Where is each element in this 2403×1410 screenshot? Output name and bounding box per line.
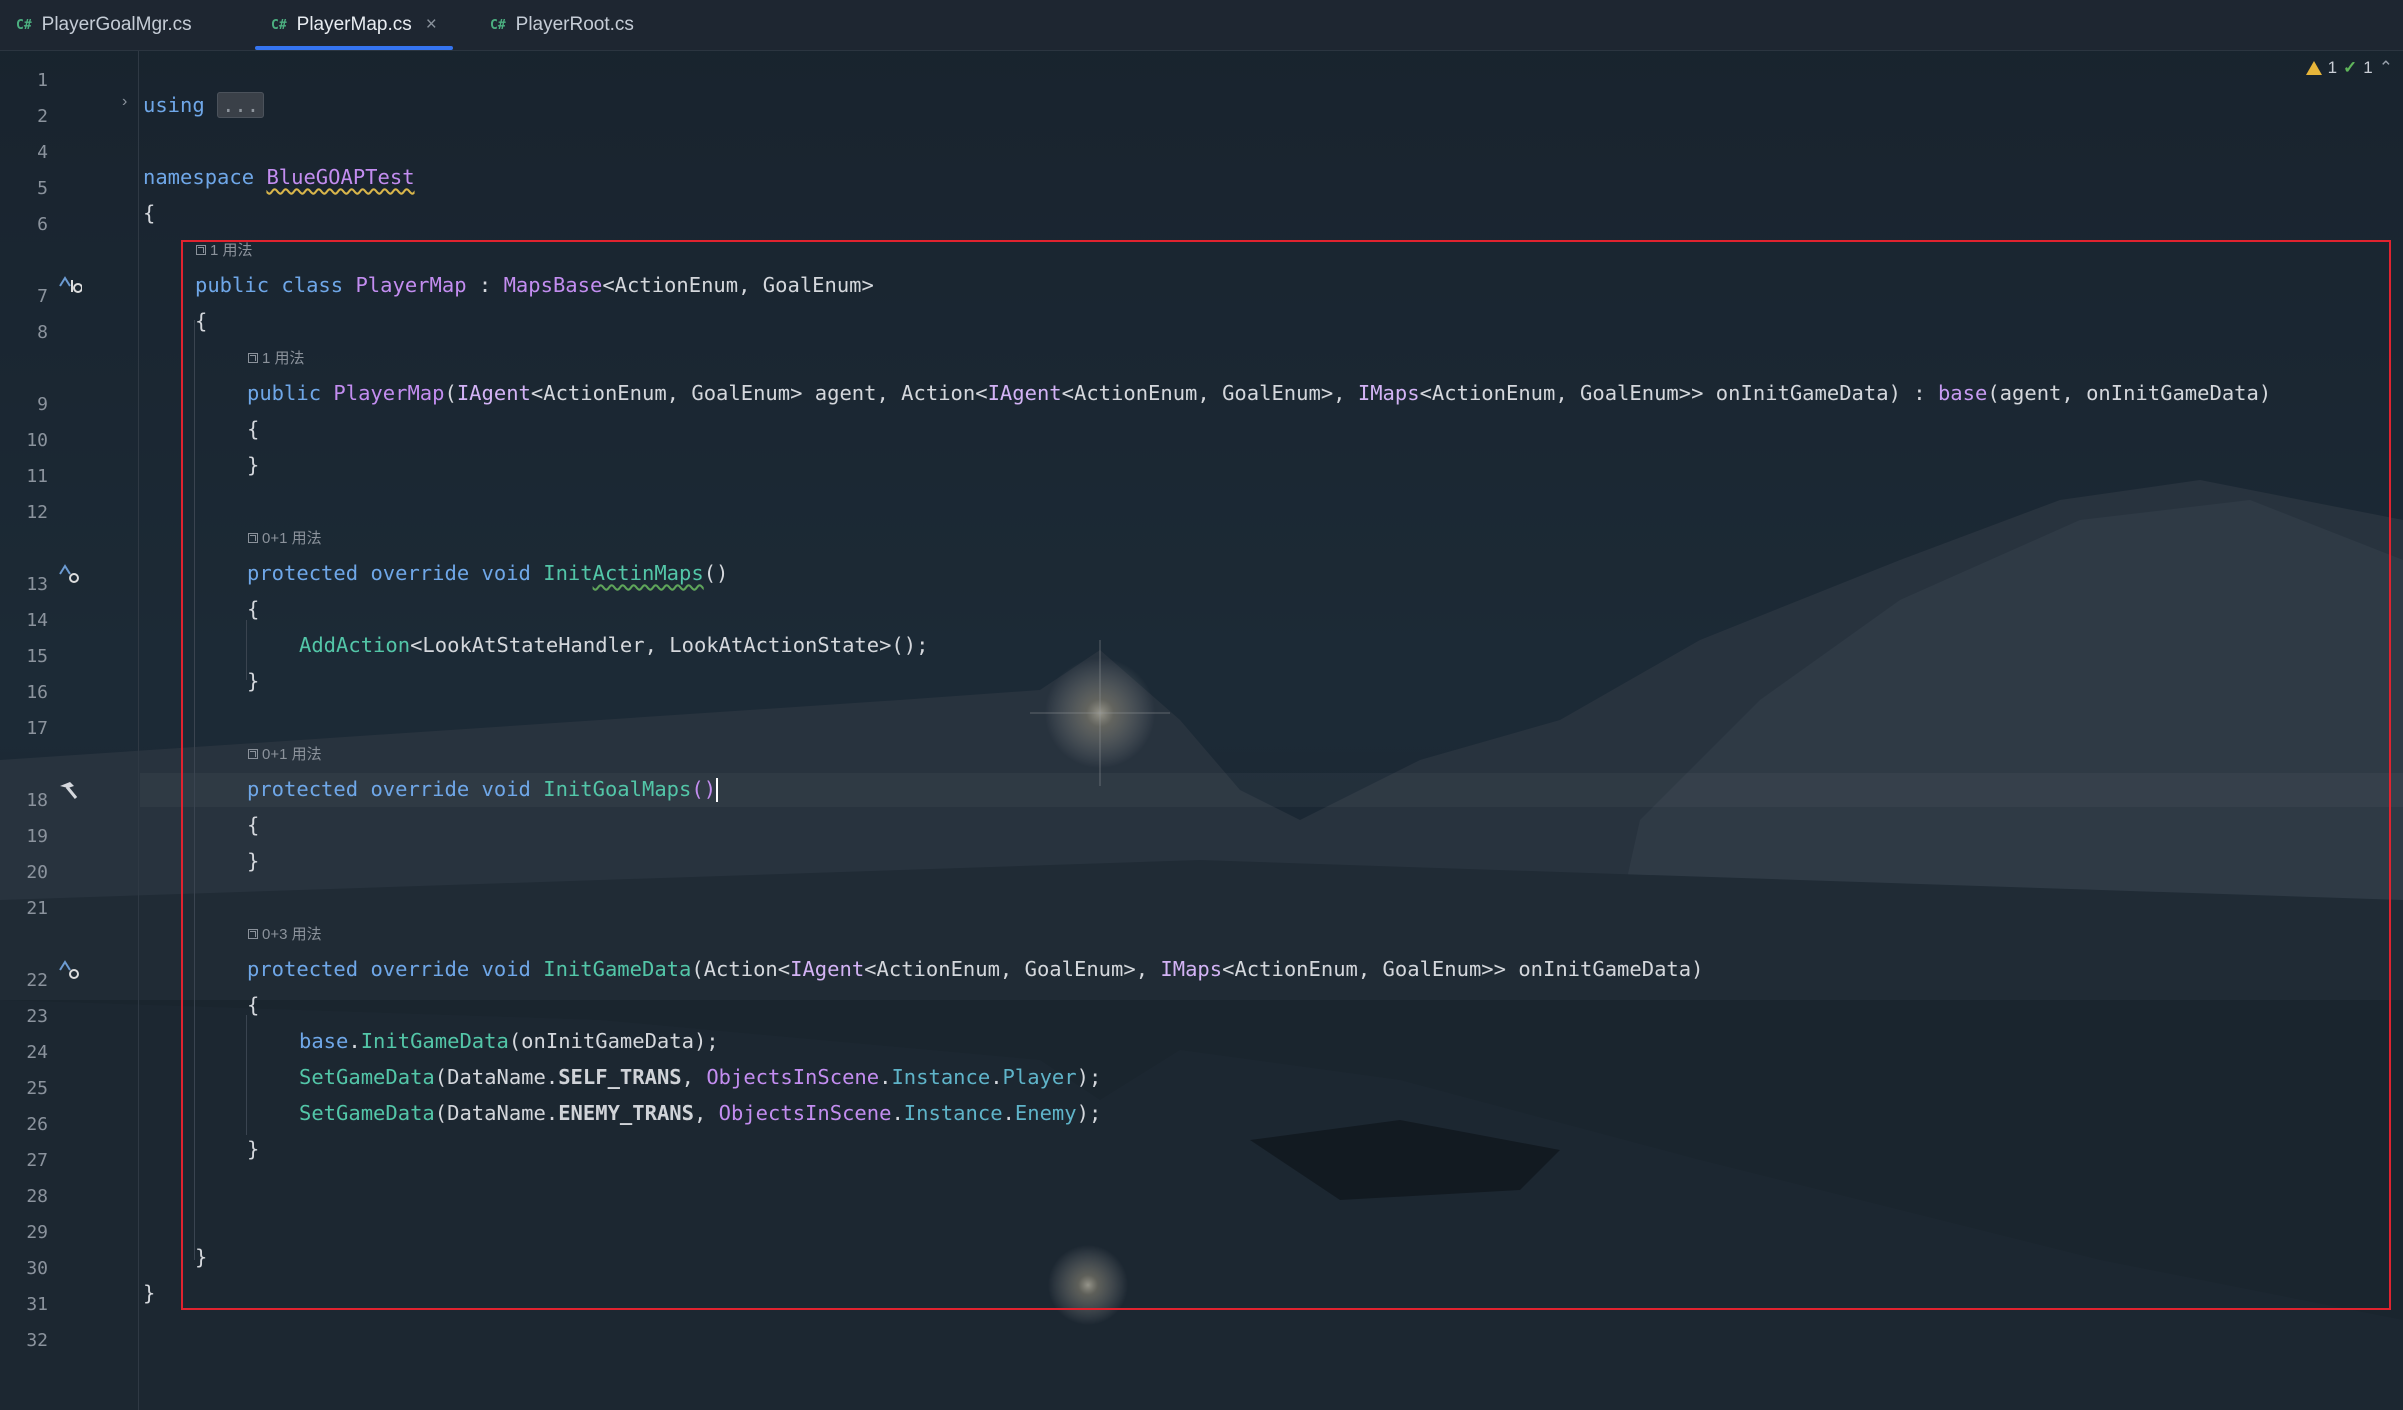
chevron-up-icon[interactable]: ⌃ [2379,58,2393,78]
usage-icon [248,532,258,543]
code-line-14: { [247,597,260,621]
usage-icon [248,352,258,363]
warning-count: 1 [2327,58,2338,77]
usage-hint[interactable]: 1 用法 [248,347,305,368]
text-caret [716,778,719,802]
line-number: 11 [26,466,48,487]
code-line-23: { [247,993,260,1017]
csharp-file-icon: C# [271,17,287,33]
code-line-13: protected override void InitActinMaps() [247,561,729,585]
line-number: 27 [26,1150,48,1171]
code-line-6: { [143,201,156,225]
line-number: 6 [37,214,48,235]
indent-guide [194,320,195,1260]
code-line-5: namespace BlueGOAPTest [143,165,415,189]
line-number: 9 [37,394,48,415]
usage-icon [248,928,258,939]
close-icon[interactable]: × [426,14,437,36]
code-line-9: public PlayerMap(IAgent<ActionEnum, Goal… [247,381,2272,405]
line-number: 7 [37,286,48,307]
code-line-11: } [247,453,260,477]
tab-playermap[interactable]: C# PlayerMap.cs × [255,0,453,50]
line-number: 23 [26,1006,48,1027]
hammer-icon[interactable] [56,778,82,807]
usage-icon [196,244,206,255]
tab-label: PlayerMap.cs [296,14,412,35]
code-line-30: } [195,1245,208,1269]
line-number: 1 [37,70,48,91]
line-number: 8 [37,322,48,343]
tab-label: PlayerRoot.cs [515,14,634,35]
tab-label: PlayerGoalMgr.cs [41,14,192,35]
line-number: 13 [26,574,48,595]
line-number: 14 [26,610,48,631]
line-number: 19 [26,826,48,847]
line-number: 5 [37,178,48,199]
line-number: 18 [26,790,48,811]
line-number: 24 [26,1042,48,1063]
line-number: 17 [26,718,48,739]
line-number: 22 [26,970,48,991]
line-number: 26 [26,1114,48,1135]
warning-icon [2305,61,2322,75]
ok-count: 1 [2363,58,2373,77]
implemented-icon[interactable] [56,272,83,301]
line-number: 29 [26,1222,48,1243]
code-line-8: { [195,309,208,333]
code-line-31: } [143,1281,156,1305]
code-line-18: protected override void InitGoalMaps() [247,777,719,802]
csharp-file-icon: C# [490,17,506,33]
editor-tab-bar: C# PlayerGoalMgr.cs C# PlayerMap.cs × C#… [0,0,2403,51]
code-line-22: protected override void InitGameData(Act… [247,957,1704,981]
code-line-10: { [247,417,260,441]
code-line-15: AddAction<LookAtStateHandler, LookAtActi… [299,633,929,657]
line-number: 30 [26,1258,48,1279]
line-number: 20 [26,862,48,883]
wallpaper-background [0,0,2403,1410]
usage-hint[interactable]: 0+1 用法 [248,743,322,764]
check-icon: ✓ [2343,58,2358,77]
line-number: 12 [26,502,48,523]
line-number: 31 [26,1294,48,1315]
code-line-24: base.InitGameData(onInitGameData); [299,1029,719,1053]
tab-playerroot[interactable]: C# PlayerRoot.cs [490,0,634,50]
code-line-16: } [247,669,260,693]
line-number: 15 [26,646,48,667]
inspection-widget[interactable]: 1 ✓ 1 ⌃ [2305,58,2393,78]
usage-icon [248,748,258,759]
usage-hint[interactable]: 0+3 用法 [248,923,322,944]
line-number: 28 [26,1186,48,1207]
line-number: 32 [26,1330,48,1351]
indent-guide [246,1015,247,1135]
code-line-7: public class PlayerMap : MapsBase<Action… [195,273,874,297]
override-icon[interactable] [56,958,82,987]
folded-imports[interactable]: ... [217,92,265,118]
code-line-2: using ... [143,90,265,120]
line-number: 16 [26,682,48,703]
line-number: 2 [37,106,48,127]
usage-hint[interactable]: 0+1 用法 [248,527,322,548]
override-icon[interactable] [56,562,82,591]
code-line-20: } [247,849,260,873]
code-line-19: { [247,813,260,837]
line-number: 25 [26,1078,48,1099]
line-number: 10 [26,430,48,451]
line-number: 4 [37,142,48,163]
usage-hint[interactable]: 1 用法 [196,239,253,260]
code-line-26: SetGameData(DataName.ENEMY_TRANS, Object… [299,1101,1102,1125]
chevron-right-icon[interactable]: › [122,93,127,111]
line-number: 21 [26,898,48,919]
code-line-27: } [247,1137,260,1161]
code-line-25: SetGameData(DataName.SELF_TRANS, Objects… [299,1065,1102,1089]
tab-playergoalmgr[interactable]: C# PlayerGoalMgr.cs [16,0,192,50]
